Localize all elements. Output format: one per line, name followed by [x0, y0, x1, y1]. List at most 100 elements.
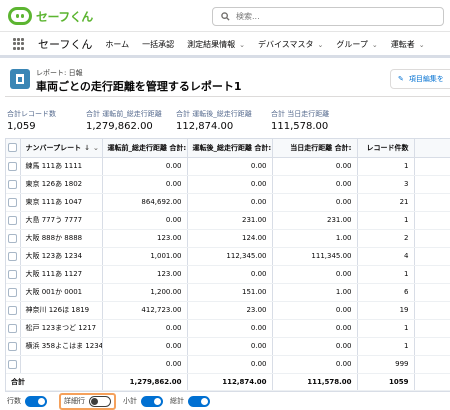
table-row[interactable]: 松戸 123まつど 1217 0.00 0.00 0.00 1	[6, 319, 450, 338]
row-checkbox[interactable]	[6, 301, 21, 320]
before-distance-cell: 0.00	[102, 319, 188, 338]
header-extra-column	[414, 139, 450, 158]
chevron-down-icon[interactable]: ⌄	[419, 41, 425, 49]
daily-distance-cell: 0.00	[272, 193, 358, 212]
top-bar: セーフくん	[0, 0, 450, 32]
record-count-cell: 1	[357, 265, 415, 284]
daily-distance-cell: 0.00	[272, 337, 358, 356]
table-row[interactable]: 練馬 111あ 1111 0.00 0.00 0.00 1	[6, 157, 450, 176]
extra-cell	[414, 211, 450, 230]
detail-rows-toggle[interactable]	[89, 395, 111, 407]
nav-measurement-results[interactable]: 測定結果情報 ⌄	[187, 39, 245, 50]
select-all-checkbox[interactable]	[6, 139, 21, 158]
header-after-distance[interactable]: 運転後_総走行距離 合計:	[187, 139, 273, 158]
table-row[interactable]: 大阪 001か 0001 1,200.00 151.00 1.00 6	[6, 283, 450, 302]
nav-device-master[interactable]: デバイスマスタ ⌄	[258, 39, 323, 50]
row-checkbox[interactable]	[6, 157, 21, 176]
daily-distance-cell: 0.00	[272, 319, 358, 338]
row-checkbox[interactable]	[6, 265, 21, 284]
total-after-distance: 112,874.00	[187, 372, 273, 391]
license-plate-cell: 大阪 001か 0001	[20, 283, 103, 302]
license-plate-cell: 大島 777う 7777	[20, 211, 103, 230]
after-distance-cell: 0.00	[187, 193, 273, 212]
chevron-down-icon[interactable]: ⌄	[372, 41, 378, 49]
total-row: 合計 1,279,862.00 112,874.00 111,578.00 10…	[6, 372, 450, 391]
sort-down-icon[interactable]: ↓	[84, 144, 90, 152]
before-distance-cell: 1,200.00	[102, 283, 188, 302]
daily-distance-cell: 1.00	[272, 283, 358, 302]
row-checkbox[interactable]	[6, 337, 21, 356]
table-row[interactable]: 大阪 888か 8888 123.00 124.00 1.00 2	[6, 229, 450, 248]
nav-group[interactable]: グループ ⌄	[336, 39, 377, 50]
before-distance-cell: 412,723.00	[102, 301, 188, 320]
header-license-plate[interactable]: ナンバープレート ↓ ⌄	[20, 139, 103, 158]
after-distance-cell: 0.00	[187, 157, 273, 176]
report-icon	[10, 69, 30, 89]
license-plate-cell: 大阪 123あ 1234	[20, 247, 103, 266]
report-footer: 行数 詳細行 小計 総計	[0, 392, 450, 410]
table-row[interactable]: 神奈川 126ほ 1819 412,723.00 23.00 0.00 19	[6, 301, 450, 320]
summary-strip: 合計レコード数 1,059 合計 運転前_総走行距離 1,279,862.00 合計…	[7, 109, 450, 135]
report-table: ナンバープレート ↓ ⌄ 運転前_総走行距離 合計: 運転後_総走行距離 合計: 当…	[5, 138, 450, 392]
nav-home[interactable]: ホーム	[105, 39, 129, 50]
extra-cell	[414, 283, 450, 302]
summary-before-distance: 合計 運転前_総走行距離 1,279,862.00	[86, 110, 162, 132]
grand-total-toggle[interactable]	[188, 395, 210, 407]
license-plate-cell: 練馬 111あ 1111	[20, 157, 103, 176]
table-row[interactable]: 大島 777う 7777 0.00 231.00 231.00 1	[6, 211, 450, 230]
header-daily-distance[interactable]: 当日走行距離 合計:	[272, 139, 358, 158]
row-checkbox[interactable]	[6, 193, 21, 212]
total-daily-distance: 111,578.00	[272, 372, 358, 391]
row-checkbox[interactable]	[6, 175, 21, 194]
after-distance-cell: 112,345.00	[187, 247, 273, 266]
row-checkbox[interactable]	[6, 319, 21, 338]
row-count-toggle-group: 行数	[7, 395, 47, 407]
row-checkbox[interactable]	[6, 283, 21, 302]
edit-fields-button[interactable]: ✎ 項目編集を	[390, 69, 450, 89]
app-launcher-icon[interactable]	[13, 38, 25, 50]
row-checkbox[interactable]	[6, 211, 21, 230]
daily-distance-cell: 0.00	[272, 355, 358, 374]
daily-distance-cell: 231.00	[272, 211, 358, 230]
summary-record-count: 合計レコード数 1,059	[7, 110, 56, 132]
before-distance-cell: 0.00	[102, 157, 188, 176]
table-row[interactable]: 東京 126あ 1802 0.00 0.00 0.00 3	[6, 175, 450, 194]
global-search[interactable]	[212, 7, 444, 26]
header-record-count[interactable]: レコード件数	[357, 139, 415, 158]
table-row[interactable]: 横浜 358よこはま 1234 0.00 0.00 0.00 1	[6, 337, 450, 356]
table-row[interactable]: 大阪 111あ 1127 123.00 0.00 0.00 1	[6, 265, 450, 284]
row-count-toggle[interactable]	[25, 395, 47, 407]
chevron-down-icon[interactable]: ⌄	[93, 144, 99, 152]
license-plate-cell: 東京 111あ 1047	[20, 193, 103, 212]
header-before-distance[interactable]: 運転前_総走行距離 合計:	[102, 139, 188, 158]
extra-cell	[414, 355, 450, 374]
daily-distance-cell: 0.00	[272, 301, 358, 320]
extra-cell	[414, 265, 450, 284]
daily-distance-cell: 0.00	[272, 157, 358, 176]
nav-bulk-approval[interactable]: 一括承認	[142, 39, 174, 50]
extra-cell	[414, 229, 450, 248]
subtotal-toggle[interactable]	[141, 395, 163, 407]
extra-cell	[414, 337, 450, 356]
record-count-cell: 4	[357, 247, 415, 266]
before-distance-cell: 123.00	[102, 265, 188, 284]
record-count-cell: 3	[357, 175, 415, 194]
table-row[interactable]: 大阪 123あ 1234 1,001.00 112,345.00 111,345.00…	[6, 247, 450, 266]
nav-driver[interactable]: 運転者 ⌄	[391, 39, 425, 50]
table-row[interactable]: 0.00 0.00 0.00 999	[6, 355, 450, 374]
chevron-down-icon[interactable]: ⌄	[239, 41, 245, 49]
record-count-cell: 1	[357, 211, 415, 230]
row-checkbox[interactable]	[6, 229, 21, 248]
detail-rows-toggle-group: 詳細行	[59, 392, 116, 410]
row-checkbox[interactable]	[6, 247, 21, 266]
after-distance-cell: 0.00	[187, 265, 273, 284]
chevron-down-icon[interactable]: ⌄	[318, 41, 324, 49]
search-input[interactable]	[236, 12, 426, 21]
brand-logo[interactable]: セーフくん	[8, 5, 108, 27]
license-plate-cell: 大阪 888か 8888	[20, 229, 103, 248]
extra-cell	[414, 157, 450, 176]
grand-total-toggle-group: 総計	[170, 395, 210, 407]
row-checkbox[interactable]	[6, 355, 21, 374]
license-plate-cell: 東京 126あ 1802	[20, 175, 103, 194]
table-row[interactable]: 東京 111あ 1047 864,692.00 0.00 0.00 21	[6, 193, 450, 212]
